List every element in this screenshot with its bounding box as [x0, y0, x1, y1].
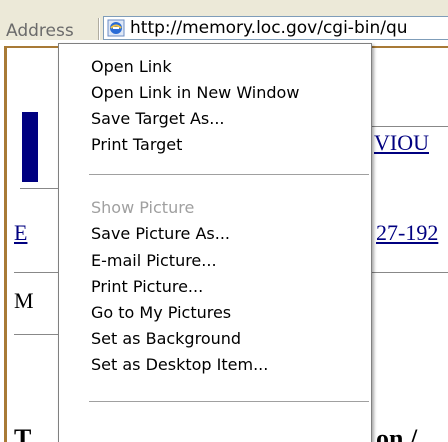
page-text-fragment: M [14, 288, 34, 313]
address-bar: Address http://memory.loc.gov/cgi-bin/qu [0, 0, 448, 42]
menu-item-open-link[interactable]: Open Link [91, 57, 172, 77]
context-menu: Open Link Open Link in New Window Save T… [58, 43, 372, 442]
menu-item-go-to-my-pictures[interactable]: Go to My Pictures [91, 303, 231, 323]
page-image[interactable] [22, 112, 38, 182]
page-text-fragment: T [14, 424, 32, 442]
page-rule [372, 272, 448, 273]
menu-item-open-link-new-window[interactable]: Open Link in New Window [91, 83, 299, 103]
menu-separator [89, 401, 369, 403]
page-link-fragment[interactable]: VIOU [374, 130, 429, 156]
page-link-fragment[interactable]: 27-192 [376, 220, 438, 246]
page-rule [372, 126, 448, 127]
menu-item-print-picture[interactable]: Print Picture... [91, 277, 203, 297]
page-frame-left [4, 46, 7, 442]
page-rule [14, 272, 58, 273]
address-label: Address [6, 21, 74, 41]
menu-item-email-picture[interactable]: E-mail Picture... [91, 251, 217, 271]
page-text-fragment: on / [376, 424, 418, 442]
address-input[interactable]: http://memory.loc.gov/cgi-bin/qu [103, 16, 448, 40]
page-rule [20, 188, 60, 189]
page-rule [14, 334, 58, 335]
menu-item-save-target-as[interactable]: Save Target As... [91, 109, 224, 129]
address-url: http://memory.loc.gov/cgi-bin/qu [130, 18, 408, 38]
address-separator [98, 18, 100, 42]
menu-item-set-as-desktop-item[interactable]: Set as Desktop Item... [91, 355, 268, 375]
ie-page-icon [107, 19, 125, 37]
menu-item-set-as-background[interactable]: Set as Background [91, 329, 241, 349]
menu-separator [89, 174, 369, 176]
menu-item-show-picture: Show Picture [91, 198, 195, 217]
menu-item-print-target[interactable]: Print Target [91, 135, 182, 155]
menu-item-save-picture-as[interactable]: Save Picture As... [91, 224, 230, 244]
page-link-fragment[interactable]: E [14, 220, 27, 246]
